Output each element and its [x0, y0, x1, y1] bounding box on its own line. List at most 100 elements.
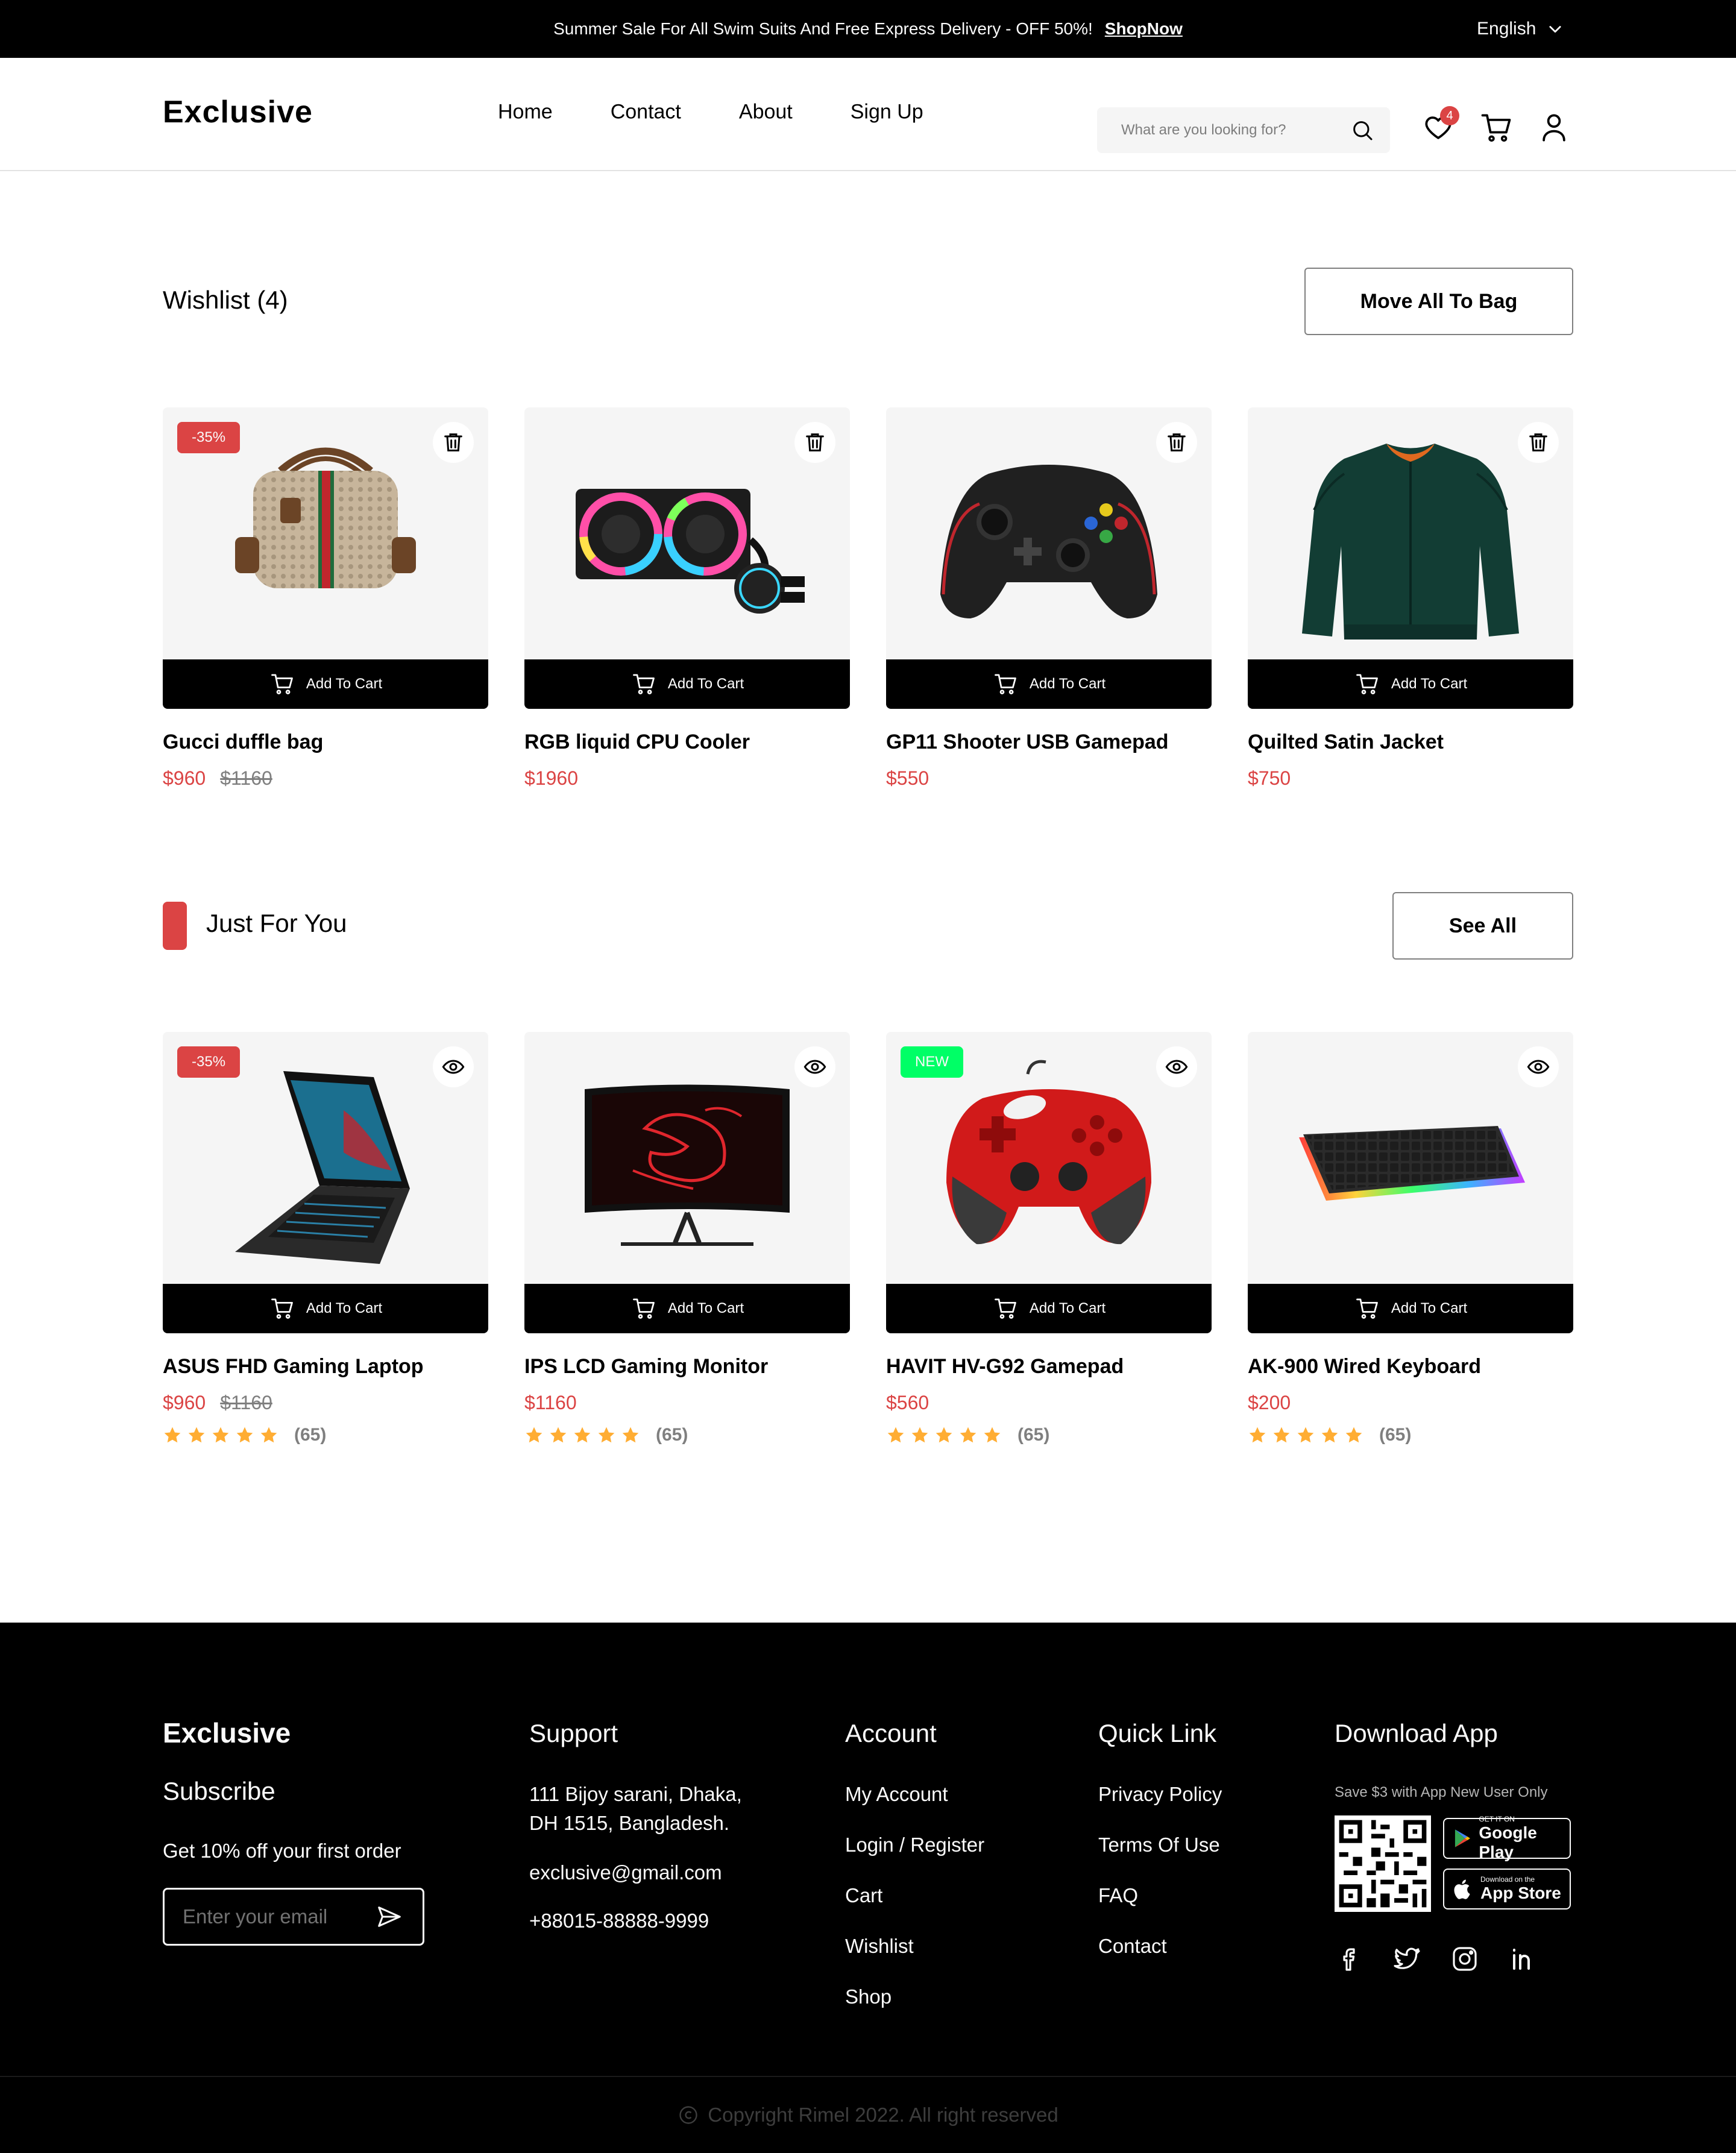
add-to-cart-button[interactable]: Add To Cart [1248, 1284, 1573, 1333]
google-play-button[interactable]: GET IT ON Google Play [1443, 1815, 1571, 1861]
app-store-button[interactable]: Download on the App Store [1443, 1869, 1571, 1909]
shop-now-link[interactable]: ShopNow [1105, 19, 1183, 39]
footer-link-wishlist[interactable]: Wishlist [845, 1935, 984, 1958]
add-to-cart-button[interactable]: Add To Cart [163, 1284, 488, 1333]
facebook-link[interactable] [1335, 1944, 1363, 1973]
product-name[interactable]: IPS LCD Gaming Monitor [524, 1355, 850, 1378]
footer-subscribe-column: Exclusive [163, 1717, 291, 1749]
add-to-cart-button[interactable]: Add To Cart [1248, 659, 1573, 709]
language-label: English [1477, 19, 1536, 39]
product-image-area[interactable] [524, 1032, 850, 1284]
product-name[interactable]: AK-900 Wired Keyboard [1248, 1355, 1573, 1378]
linkedin-icon [1513, 1949, 1530, 1970]
quick-view-button[interactable] [1156, 1046, 1197, 1087]
footer: Exclusive Subscribe Get 10% off your fir… [0, 1623, 1736, 2153]
add-to-cart-button[interactable]: Add To Cart [163, 659, 488, 709]
linkedin-link[interactable] [1508, 1944, 1537, 1973]
product-image-area[interactable]: -35% [163, 407, 488, 659]
see-all-button[interactable]: See All [1392, 892, 1573, 960]
star-icon [984, 1427, 1001, 1443]
product-image-area[interactable]: NEW [886, 1032, 1212, 1284]
twitter-link[interactable] [1392, 1944, 1421, 1973]
product-price: $560 [886, 1392, 929, 1413]
wishlist-button[interactable]: 4 [1420, 106, 1459, 146]
footer-link-contact[interactable]: Contact [1098, 1935, 1222, 1958]
footer-link-cart[interactable]: Cart [845, 1884, 984, 1907]
nav-about[interactable]: About [739, 101, 793, 124]
product-price: $1160 [524, 1392, 577, 1413]
footer-link-my-account[interactable]: My Account [845, 1783, 984, 1806]
wishlist-card: Add To Cart RGB liquid CPU Cooler $1960 [524, 407, 850, 790]
star-icon [960, 1427, 976, 1443]
product-name[interactable]: HAVIT HV-G92 Gamepad [886, 1355, 1212, 1378]
cart-icon [994, 1298, 1016, 1319]
footer-link-shop[interactable]: Shop [845, 1985, 984, 2008]
product-price: $200 [1248, 1392, 1291, 1413]
product-name[interactable]: Quilted Satin Jacket [1248, 731, 1573, 754]
footer-link-privacy-policy[interactable]: Privacy Policy [1098, 1783, 1222, 1806]
nav-sign-up[interactable]: Sign Up [851, 101, 923, 124]
add-to-cart-button[interactable]: Add To Cart [524, 659, 850, 709]
send-icon[interactable] [376, 1903, 403, 1931]
quick-link-title: Quick Link [1098, 1719, 1217, 1747]
search-input[interactable] [1121, 122, 1338, 139]
product-price: $750 [1248, 767, 1291, 789]
support-phone[interactable]: +88015-88888-9999 [529, 1909, 709, 1932]
product-name[interactable]: Gucci duffle bag [163, 731, 488, 754]
remove-from-wishlist-button[interactable] [433, 422, 474, 463]
product-name[interactable]: ASUS FHD Gaming Laptop [163, 1355, 488, 1378]
copyright-icon [679, 2106, 697, 2124]
nav-home[interactable]: Home [498, 101, 553, 124]
language-selector[interactable]: English [1477, 0, 1564, 58]
star-icon [1345, 1427, 1362, 1443]
footer-logo[interactable]: Exclusive [163, 1717, 291, 1749]
instagram-link[interactable] [1450, 1944, 1479, 1973]
product-image-area[interactable] [1248, 407, 1573, 659]
product-image-area[interactable] [886, 407, 1212, 659]
facebook-icon [1343, 1948, 1355, 1971]
footer-link-faq[interactable]: FAQ [1098, 1884, 1222, 1907]
add-to-cart-button[interactable]: Add To Cart [886, 1284, 1212, 1333]
user-icon [1543, 114, 1565, 142]
product-card: -35% Add To Cart ASUS FHD Gaming Laptop … [163, 1032, 488, 1445]
email-input[interactable] [183, 1905, 376, 1928]
discount-badge: -35% [177, 1046, 241, 1078]
account-title: Account [845, 1719, 937, 1747]
logo[interactable]: Exclusive [163, 94, 313, 130]
quick-view-button[interactable] [1518, 1046, 1559, 1087]
search-icon[interactable] [1350, 118, 1374, 142]
account-button[interactable] [1536, 110, 1572, 146]
google-play-large-text: Google Play [1479, 1823, 1537, 1861]
product-card: Add To Cart AK-900 Wired Keyboard $200 (… [1248, 1032, 1573, 1445]
star-icon [1249, 1427, 1266, 1443]
footer-link-login-register[interactable]: Login / Register [845, 1834, 984, 1856]
email-subscribe-box [163, 1888, 424, 1946]
support-email[interactable]: exclusive@gmail.com [529, 1861, 722, 1884]
twitter-icon [1394, 1947, 1420, 1969]
star-icon [622, 1427, 639, 1443]
add-to-cart-button[interactable]: Add To Cart [886, 659, 1212, 709]
remove-from-wishlist-button[interactable] [794, 422, 835, 463]
add-to-cart-button[interactable]: Add To Cart [524, 1284, 850, 1333]
product-image-area[interactable] [1248, 1032, 1573, 1284]
move-all-to-bag-button[interactable]: Move All To Bag [1304, 268, 1573, 335]
price-row: $1160 [524, 1392, 850, 1414]
product-image-area[interactable] [524, 407, 850, 659]
nav-contact[interactable]: Contact [611, 101, 681, 124]
remove-from-wishlist-button[interactable] [1518, 422, 1559, 463]
cart-button[interactable] [1478, 110, 1514, 146]
chevron-down-icon [1549, 26, 1561, 33]
product-image-area[interactable]: -35% [163, 1032, 488, 1284]
copyright-text: Copyright Rimel 2022. All right reserved [708, 2104, 1058, 2126]
remove-from-wishlist-button[interactable] [1156, 422, 1197, 463]
star-icon [526, 1427, 542, 1443]
quick-view-button[interactable] [433, 1046, 474, 1087]
product-name[interactable]: GP11 Shooter USB Gamepad [886, 731, 1212, 754]
footer-link-terms-of-use[interactable]: Terms Of Use [1098, 1834, 1222, 1856]
price-row: $960 $1160 [163, 1392, 488, 1414]
product-name[interactable]: RGB liquid CPU Cooler [524, 731, 850, 754]
quick-view-button[interactable] [794, 1046, 835, 1087]
star-icon [598, 1427, 615, 1443]
price-row: $960 $1160 [163, 767, 488, 790]
review-count: (65) [656, 1425, 688, 1445]
